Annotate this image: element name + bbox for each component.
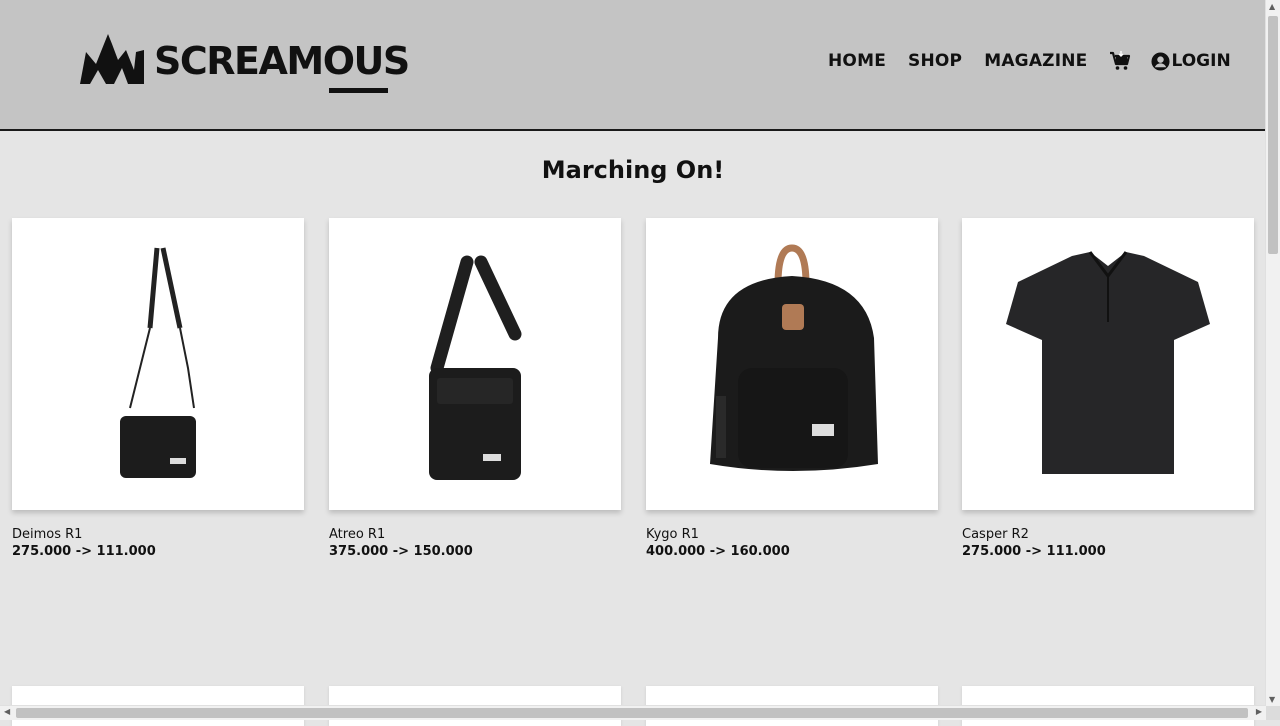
product-card[interactable]: Deimos R1 275.000 -> 111.000: [12, 218, 304, 560]
sling-bag-icon: [120, 247, 196, 478]
scroll-up-icon[interactable]: ▲: [1269, 2, 1275, 11]
scrollbar-corner: [1266, 706, 1280, 720]
product-image[interactable]: [962, 218, 1254, 510]
product-name[interactable]: Atreo R1: [329, 526, 621, 543]
brand-wordmark: SCREAMOUS: [154, 39, 410, 83]
product-card[interactable]: Kygo R1 400.000 -> 160.000: [646, 218, 938, 560]
scroll-down-icon[interactable]: ▼: [1269, 695, 1275, 704]
login-label: LOGIN: [1171, 51, 1231, 71]
product-card[interactable]: Atreo R1 375.000 -> 150.000: [329, 218, 621, 560]
scroll-left-icon[interactable]: ◀: [4, 707, 10, 716]
product-price: 275.000 -> 111.000: [962, 544, 1106, 559]
product-price: 275.000 -> 111.000: [12, 544, 156, 559]
login-link[interactable]: LOGIN: [1151, 51, 1231, 71]
nav-home[interactable]: HOME: [828, 51, 886, 71]
section-title: Marching On!: [541, 156, 725, 184]
product-name[interactable]: Casper R2: [962, 526, 1254, 543]
vertical-scroll-thumb[interactable]: [1268, 16, 1278, 254]
product-name[interactable]: Kygo R1: [646, 526, 938, 543]
product-price: 375.000 -> 150.000: [329, 544, 473, 559]
crown-logo-icon: [80, 34, 144, 84]
backpack-icon: [710, 244, 878, 471]
cart-icon[interactable]: [1109, 50, 1131, 72]
product-card[interactable]: Casper R2 275.000 -> 111.000: [962, 218, 1254, 560]
product-image[interactable]: [329, 218, 621, 510]
product-image[interactable]: [646, 218, 938, 510]
nav-magazine[interactable]: MAGAZINE: [984, 51, 1087, 71]
vertical-scrollbar[interactable]: ▲ ▼: [1265, 0, 1280, 706]
brand-underline: [329, 88, 388, 93]
main-nav: HOME SHOP MAGAZINE LOGIN: [828, 50, 1231, 72]
site-header: SCREAMOUS HOME SHOP MAGAZINE LOGIN: [0, 0, 1266, 131]
product-image[interactable]: [12, 218, 304, 510]
polo-shirt-icon: [1006, 251, 1210, 474]
user-circle-icon: [1151, 51, 1171, 71]
messenger-bag-icon: [429, 255, 522, 480]
horizontal-scrollbar[interactable]: ◀ ▶: [0, 705, 1266, 720]
scroll-right-icon[interactable]: ▶: [1256, 707, 1262, 716]
product-name[interactable]: Deimos R1: [12, 526, 304, 543]
product-price: 400.000 -> 160.000: [646, 544, 790, 559]
nav-shop[interactable]: SHOP: [908, 51, 962, 71]
brand-logo[interactable]: SCREAMOUS: [78, 30, 418, 94]
horizontal-scroll-thumb[interactable]: [16, 708, 1248, 718]
